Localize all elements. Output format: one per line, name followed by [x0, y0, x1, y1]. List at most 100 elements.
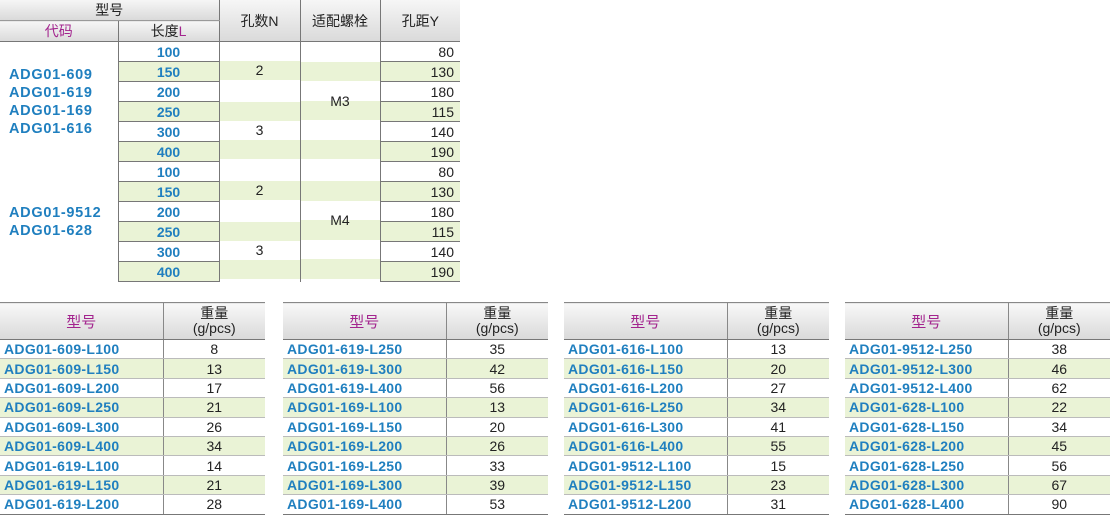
weight-row: ADG01-619-L250 35: [283, 339, 548, 360]
weight-value-cell: 62: [1007, 378, 1110, 399]
weight-model-cell: ADG01-616-L150: [564, 358, 727, 379]
weight-row: ADG01-616-L400 55: [564, 436, 829, 457]
weight-header-model: 型号: [0, 302, 163, 340]
weight-row: ADG01-616-L250 34: [564, 397, 829, 418]
weight-row: ADG01-169-L400 53: [283, 494, 548, 515]
weight-model-cell: ADG01-616-L100: [564, 339, 727, 360]
weight-value-cell: 34: [162, 436, 265, 457]
bolt-stripe: [301, 42, 380, 62]
weight-row: ADG01-628-L200 45: [845, 436, 1110, 457]
weight-header-weight: 重量 (g/pcs): [1007, 302, 1110, 340]
weight-value-cell: 35: [445, 339, 548, 360]
holes-stack: 3: [220, 101, 300, 159]
weight-value-cell: 15: [726, 455, 829, 476]
bolt-stripe: [301, 240, 380, 260]
bolt-stack: M3: [301, 42, 380, 159]
spec-body: ADG01-609 ADG01-619 ADG01-169 ADG01-616 100 2…: [0, 41, 460, 282]
weight-value-cell: 56: [1007, 455, 1110, 476]
weight-model-cell: ADG01-169-L200: [283, 436, 446, 457]
weight-row: ADG01-616-L100 13: [564, 339, 829, 360]
weight-header-line1: 重量: [200, 305, 229, 321]
weight-table-3: 型号 重量 (g/pcs) ADG01-616-L100 13 ADG01-616-L15…: [564, 302, 829, 515]
holes-cell: 3: [218, 221, 300, 282]
length-cell: 250: [117, 101, 219, 122]
weight-value-cell: 55: [726, 436, 829, 457]
weight-header-row: 型号 重量 (g/pcs): [845, 302, 1110, 340]
weight-model-cell: ADG01-619-L150: [0, 475, 163, 496]
weight-value-cell: 22: [1007, 397, 1110, 418]
holes-subcell: [220, 80, 300, 99]
bolt-label: M3: [330, 92, 350, 109]
weight-value-cell: 26: [162, 417, 265, 437]
bolt-stripe: [301, 61, 380, 81]
weight-model-cell: ADG01-169-L300: [283, 475, 446, 496]
weight-model-cell: ADG01-628-L250: [845, 455, 1008, 476]
weight-value-cell: 46: [1007, 358, 1110, 379]
weight-row: ADG01-619-L150 21: [0, 475, 265, 496]
model-code: ADG01-169: [9, 102, 93, 119]
weight-row: ADG01-609-L300 26: [0, 417, 265, 437]
pitch-cell: 140: [379, 121, 460, 142]
weight-header-weight: 重量 (g/pcs): [162, 302, 265, 340]
weight-header-line2: (g/pcs): [756, 320, 800, 336]
header-model: 型号: [0, 0, 219, 21]
holes-subcell: [220, 162, 300, 181]
weight-value-cell: 14: [162, 455, 265, 476]
weight-value-cell: 21: [162, 397, 265, 418]
weight-header-model: 型号: [845, 302, 1008, 340]
weight-value-cell: 34: [1007, 417, 1110, 437]
length-cell: 100: [117, 41, 219, 62]
holes-cell: 2: [218, 41, 300, 102]
holes-subcell: [220, 200, 300, 219]
weight-model-cell: ADG01-9512-L150: [564, 475, 727, 496]
weight-value-cell: 45: [1007, 436, 1110, 457]
weight-value-cell: 38: [1007, 339, 1110, 360]
weight-row: ADG01-619-L100 14: [0, 455, 265, 476]
weight-header-row: 型号 重量 (g/pcs): [283, 302, 548, 340]
weight-model-cell: ADG01-169-L100: [283, 397, 446, 418]
weight-model-cell: ADG01-619-L400: [283, 378, 446, 399]
weight-model-cell: ADG01-628-L100: [845, 397, 1008, 418]
weight-row: ADG01-9512-L150 23: [564, 475, 829, 496]
weight-model-cell: ADG01-9512-L300: [845, 358, 1008, 379]
weight-model-cell: ADG01-619-L300: [283, 358, 446, 379]
weight-model-cell: ADG01-609-L300: [0, 417, 163, 437]
pitch-cell: 130: [379, 61, 460, 82]
weight-model-cell: ADG01-619-L200: [0, 494, 163, 515]
weight-header-line2: (g/pcs): [192, 320, 236, 336]
weight-row: ADG01-169-L250 33: [283, 455, 548, 476]
holes-stack: 2: [220, 162, 300, 219]
bolt-stripe: [301, 162, 380, 182]
length-cell: 100: [117, 161, 219, 182]
weight-value-cell: 26: [445, 436, 548, 457]
weight-model-cell: ADG01-616-L200: [564, 378, 727, 399]
weight-model-cell: ADG01-169-L150: [283, 417, 446, 437]
length-cell: 150: [117, 61, 219, 82]
weight-row: ADG01-619-L300 42: [283, 358, 548, 379]
weight-model-cell: ADG01-609-L200: [0, 378, 163, 399]
spec-row: ADG01-609 ADG01-619 ADG01-169 ADG01-616 100 2…: [0, 41, 460, 162]
weight-row: ADG01-609-L400 34: [0, 436, 265, 457]
pitch-cell: 180: [379, 81, 460, 102]
weight-header-row: 型号 重量 (g/pcs): [564, 302, 829, 340]
weight-model-cell: ADG01-628-L200: [845, 436, 1008, 457]
weight-model-cell: ADG01-616-L300: [564, 417, 727, 437]
header-length: 长度L: [117, 20, 219, 42]
length-cell: 250: [117, 221, 219, 242]
holes-stack: 2: [220, 42, 300, 99]
model-code: ADG01-619: [9, 84, 93, 101]
weight-value-cell: 56: [445, 378, 548, 399]
weight-model-cell: ADG01-9512-L100: [564, 455, 727, 476]
weight-value-cell: 90: [1007, 494, 1110, 515]
weight-model-cell: ADG01-9512-L200: [564, 494, 727, 515]
weight-row: ADG01-616-L300 41: [564, 417, 829, 437]
weight-model-cell: ADG01-609-L150: [0, 358, 163, 379]
weight-model-cell: ADG01-628-L150: [845, 417, 1008, 437]
weight-row: ADG01-169-L300 39: [283, 475, 548, 496]
weight-table-1: 型号 重量 (g/pcs) ADG01-609-L100 8 ADG01-609-L150…: [0, 302, 265, 515]
bolt-stripe: [301, 181, 380, 201]
weight-header-line1: 重量: [1045, 305, 1074, 321]
pitch-cell: 180: [379, 201, 460, 222]
bolt-cell: M3: [299, 41, 380, 162]
weight-value-cell: 8: [162, 339, 265, 360]
